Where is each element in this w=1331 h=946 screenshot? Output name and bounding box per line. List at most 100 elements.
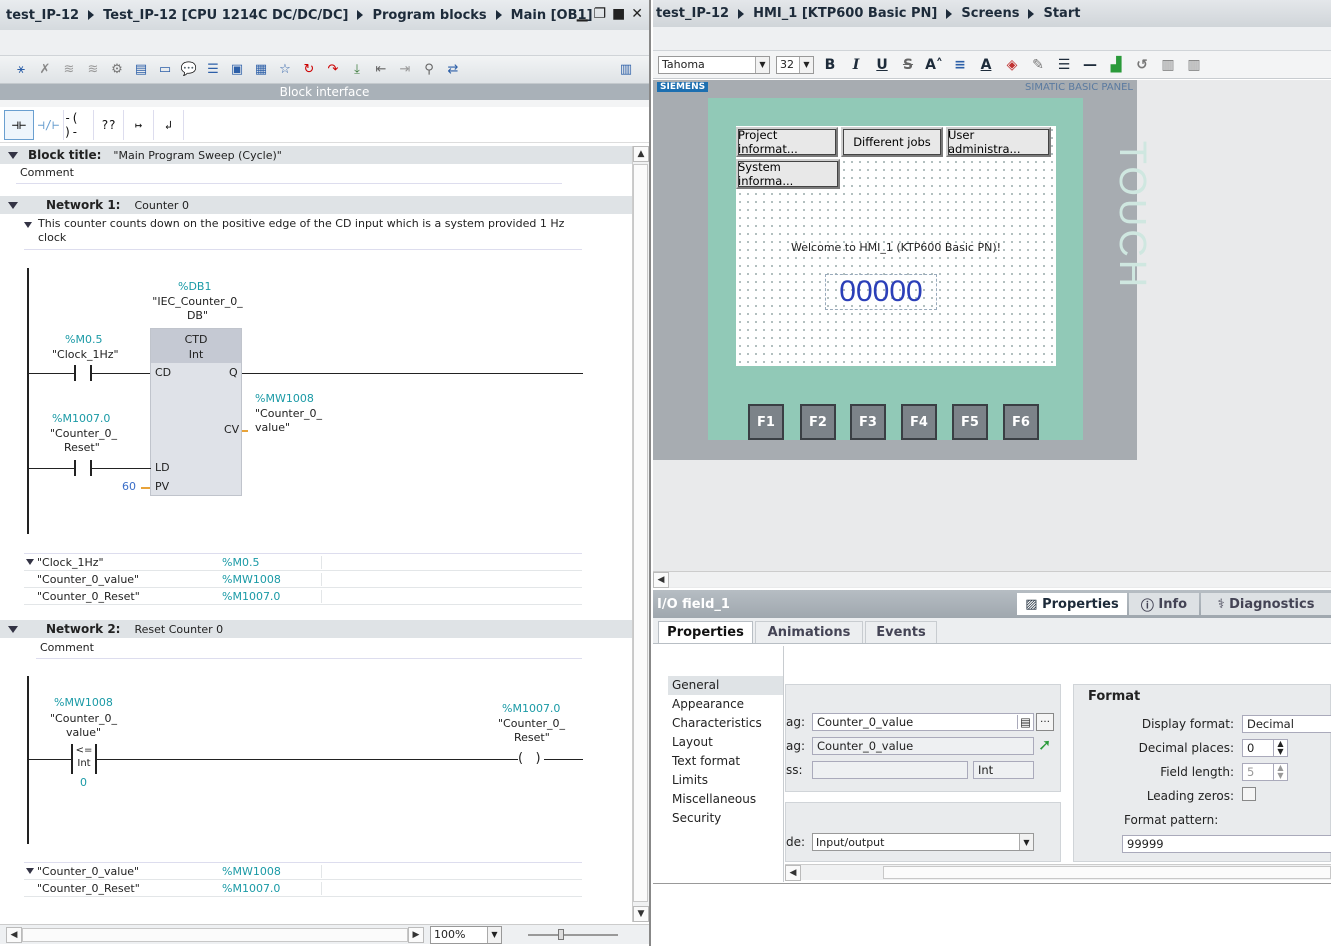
- f6-key[interactable]: F6: [1003, 404, 1039, 440]
- io-field[interactable]: 00000: [825, 274, 937, 310]
- panel-toggle-icon[interactable]: ▥: [615, 59, 637, 81]
- screen-canvas[interactable]: SIEMENS SIMATIC BASIC PANEL TOUCH Projec…: [653, 80, 1331, 588]
- db-name-line2[interactable]: DB": [150, 309, 245, 322]
- ctd-dtype[interactable]: Int: [151, 347, 241, 362]
- tag-input[interactable]: Counter_0_value ▤: [812, 713, 1034, 731]
- font-select[interactable]: Tahoma ▼: [658, 55, 770, 74]
- line-width-icon[interactable]: —: [1080, 57, 1100, 73]
- font-grow-icon[interactable]: A˄: [924, 57, 944, 73]
- cv-name-line1[interactable]: "Counter_0_: [255, 407, 322, 420]
- inspector-hscroll[interactable]: ◀: [785, 864, 1331, 881]
- collapse-icon[interactable]: [8, 151, 18, 159]
- inspector-tab-info[interactable]: ⓘ Info: [1129, 593, 1199, 615]
- zoom-slider[interactable]: [528, 928, 618, 940]
- network-delete-icon[interactable]: ✗: [34, 59, 56, 81]
- chevron-down-icon[interactable]: ▼: [799, 56, 813, 73]
- zoom-select[interactable]: 100% ▼: [430, 925, 502, 944]
- nc-contact-icon[interactable]: ⊣/⊢: [34, 109, 64, 140]
- nav-limits[interactable]: Limits: [658, 771, 783, 790]
- coil-name-line2[interactable]: Reset": [514, 731, 550, 744]
- bold-icon[interactable]: B: [820, 57, 840, 73]
- breadcrumb-hmi[interactable]: HMI_1 [KTP600 Basic PN]: [753, 6, 937, 21]
- inspector-tab-diagnostics[interactable]: ⚕ Diagnostics: [1201, 593, 1331, 615]
- network2-comment[interactable]: Comment: [36, 641, 582, 659]
- project-info-button[interactable]: Project informat...: [736, 127, 838, 157]
- collapse-icon[interactable]: [8, 625, 18, 633]
- restore-icon[interactable]: ❐: [593, 6, 606, 22]
- contact1-symbol[interactable]: [74, 365, 92, 381]
- f5-key[interactable]: F5: [952, 404, 988, 440]
- chevron-down-icon[interactable]: ▼: [755, 56, 769, 73]
- underline-icon[interactable]: U: [872, 57, 892, 73]
- align-icon[interactable]: ≡: [950, 57, 970, 73]
- collapse-icon[interactable]: [24, 222, 32, 228]
- network2-title[interactable]: Reset Counter 0: [134, 623, 223, 636]
- interface-icon[interactable]: ▭: [154, 59, 176, 81]
- indent-icon[interactable]: ⇤: [370, 59, 392, 81]
- breadcrumb-screens[interactable]: Screens: [961, 6, 1019, 21]
- coil-icon[interactable]: -( )-: [64, 109, 94, 140]
- favorites-icon[interactable]: ▤: [130, 59, 152, 81]
- spin-icon[interactable]: ▲ ▼: [1273, 740, 1287, 756]
- goto-arrow-icon[interactable]: ➚: [1038, 735, 1051, 754]
- strikethrough-icon[interactable]: S: [898, 57, 918, 73]
- network-collapse-icon[interactable]: ≋: [82, 59, 104, 81]
- nav-appearance[interactable]: Appearance: [658, 695, 783, 714]
- no-contact-icon[interactable]: ⊣⊢: [4, 109, 34, 140]
- field-length-stepper[interactable]: 5 ▲ ▼: [1242, 763, 1288, 781]
- arrange-icon[interactable]: ▟: [1106, 57, 1126, 73]
- fill-color-icon[interactable]: ◈: [1002, 57, 1022, 73]
- coil-name-line1[interactable]: "Counter_0_: [498, 717, 565, 730]
- compare-value[interactable]: 0: [80, 776, 87, 789]
- scroll-up-icon[interactable]: ▲: [633, 146, 649, 162]
- subtab-events[interactable]: Events: [865, 621, 937, 643]
- nav-general[interactable]: General: [668, 676, 783, 695]
- goto-next-icon[interactable]: ↷: [322, 59, 344, 81]
- pv-value[interactable]: 60: [122, 480, 136, 493]
- scroll-left-icon[interactable]: ◀: [653, 572, 669, 588]
- horizontal-scrollbar[interactable]: [22, 927, 408, 942]
- minimize-icon[interactable]: ▁: [577, 6, 588, 22]
- network1-title[interactable]: Counter 0: [134, 199, 188, 212]
- welcome-text[interactable]: Welcome to HMI_1 (KTP600 Basic PN)!: [736, 241, 1056, 254]
- table-icon[interactable]: ▦: [250, 59, 272, 81]
- scroll-down-icon[interactable]: ▼: [633, 906, 649, 922]
- contact2-name-line2[interactable]: Reset": [64, 441, 100, 454]
- breadcrumb-device[interactable]: Test_IP-12 [CPU 1214C DC/DC/DC]: [103, 8, 348, 23]
- inspector-tab-properties[interactable]: ▨ Properties: [1017, 593, 1127, 615]
- canvas-hscroll[interactable]: ◀: [653, 571, 1331, 588]
- breadcrumb-start[interactable]: Start: [1043, 6, 1080, 21]
- maximize-icon[interactable]: ■: [612, 6, 625, 22]
- line-color-icon[interactable]: ✎: [1028, 57, 1048, 73]
- open-branch-icon[interactable]: ↦: [124, 109, 154, 140]
- outdent-icon[interactable]: ⇥: [394, 59, 416, 81]
- rotate-icon[interactable]: ↺: [1132, 57, 1152, 73]
- line-style-icon[interactable]: ☰: [1054, 57, 1074, 73]
- download-icon[interactable]: ⤓: [346, 59, 368, 81]
- different-jobs-button[interactable]: Different jobs: [841, 127, 943, 157]
- browse-button[interactable]: …: [1036, 713, 1054, 731]
- compare-name-line2[interactable]: value": [66, 726, 101, 739]
- block-interface-bar[interactable]: Block interface: [0, 84, 649, 100]
- spin-icon[interactable]: ▲ ▼: [1273, 764, 1287, 780]
- chevron-down-icon[interactable]: ▼: [487, 926, 501, 943]
- goto-error-icon[interactable]: ↻: [298, 59, 320, 81]
- breadcrumb-project[interactable]: test_IP-12: [6, 8, 79, 23]
- contact2-symbol[interactable]: [74, 460, 92, 476]
- close-branch-icon[interactable]: ↲: [154, 109, 184, 140]
- collapse-icon[interactable]: [8, 201, 18, 209]
- network1-comment[interactable]: This counter counts down on the positive…: [38, 217, 582, 245]
- monitor-icon[interactable]: ⚲: [418, 59, 440, 81]
- scroll-thumb[interactable]: [633, 164, 648, 902]
- font-color-icon[interactable]: A: [976, 57, 996, 73]
- coil-symbol[interactable]: ( ): [518, 751, 544, 767]
- distribute-icon[interactable]: ▥: [1184, 57, 1204, 73]
- watch-icon[interactable]: ⇄: [442, 59, 464, 81]
- scroll-left-icon[interactable]: ◀: [785, 865, 801, 881]
- compare-symbol[interactable]: <= Int: [71, 744, 97, 774]
- scroll-left-icon[interactable]: ◀: [6, 926, 22, 943]
- f4-key[interactable]: F4: [901, 404, 937, 440]
- scroll-thumb[interactable]: [883, 866, 1331, 879]
- absolute-icon[interactable]: ⚙: [106, 59, 128, 81]
- system-info-button[interactable]: System informa...: [736, 159, 840, 189]
